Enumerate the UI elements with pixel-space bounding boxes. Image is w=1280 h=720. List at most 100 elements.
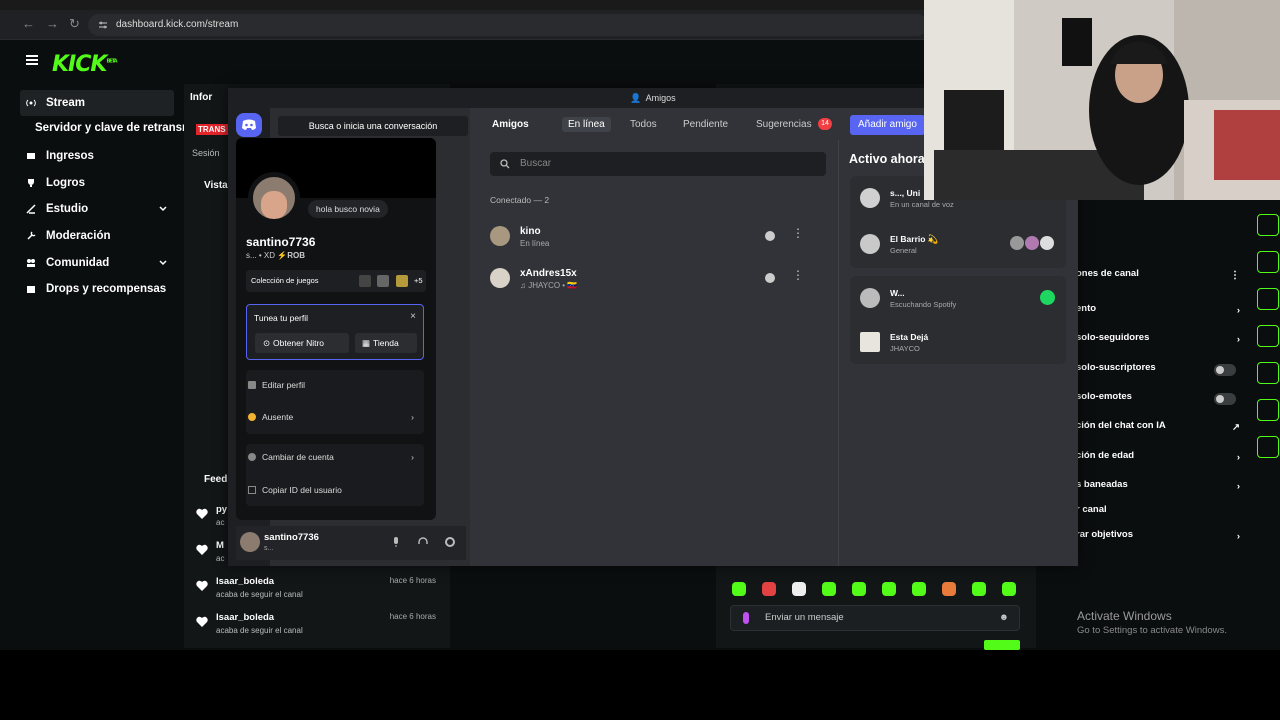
reload-icon[interactable]: ↻ bbox=[69, 16, 80, 32]
emoji-icon[interactable]: ☻ bbox=[999, 606, 1009, 630]
close-icon[interactable]: × bbox=[410, 311, 416, 322]
chevron-down-icon[interactable] bbox=[158, 258, 168, 268]
activity-name: s..., Uni bbox=[890, 188, 921, 198]
layout-icon[interactable] bbox=[1257, 362, 1279, 384]
tab-suggestions[interactable]: Sugerencias bbox=[756, 119, 812, 130]
sidebar-item-ingresos[interactable]: Ingresos bbox=[20, 143, 174, 169]
add-friend-button[interactable]: Añadir amigo bbox=[850, 115, 925, 135]
bolt-icon[interactable] bbox=[1257, 214, 1279, 236]
emote-icon[interactable] bbox=[822, 582, 836, 596]
setting-row[interactable]: ción del chat con IA ↗ bbox=[1076, 420, 1246, 440]
chat-icon[interactable] bbox=[1257, 288, 1279, 310]
kick-logo[interactable]: KICKBETA bbox=[52, 52, 118, 77]
friends-icon: 👤 bbox=[630, 92, 642, 103]
toggle-subscribers-only[interactable] bbox=[1214, 364, 1236, 376]
shop-button[interactable]: ▦ Tienda bbox=[355, 333, 417, 353]
tab-friends[interactable]: Amigos bbox=[492, 119, 529, 130]
broadcast-icon[interactable] bbox=[1257, 325, 1279, 347]
activity-row[interactable]: Esta Dejá JHAYCO bbox=[860, 330, 1060, 360]
emote-icon[interactable] bbox=[972, 582, 986, 596]
microphone-icon[interactable] bbox=[390, 536, 402, 548]
feed-user[interactable]: Isaar_boleda bbox=[216, 576, 274, 587]
feed-user[interactable]: py bbox=[216, 504, 227, 515]
message-icon[interactable] bbox=[764, 230, 776, 242]
site-settings-icon[interactable] bbox=[98, 20, 108, 30]
profile-subtitle: s... • XD ⚡ROB bbox=[246, 251, 305, 260]
get-nitro-button[interactable]: ⊙ Obtener Nitro bbox=[255, 333, 349, 353]
find-conversation-button[interactable]: Busca o inicia una conversación bbox=[278, 116, 468, 136]
profile-tag: ⚡ROB bbox=[277, 251, 306, 260]
custom-status[interactable]: hola busco novia bbox=[308, 200, 388, 218]
sidebar-item-logros[interactable]: Logros bbox=[20, 170, 174, 196]
game-collection[interactable]: Colección de juegos +5 bbox=[246, 270, 426, 292]
sidebar-item-label: Stream bbox=[46, 97, 85, 109]
emote-icon[interactable] bbox=[792, 582, 806, 596]
setting-row[interactable]: rar objetivos › bbox=[1076, 529, 1246, 549]
setting-row[interactable]: ción de edad › bbox=[1076, 450, 1246, 470]
more-vertical-icon[interactable]: ⋮ bbox=[792, 226, 804, 240]
setting-label: s baneadas bbox=[1076, 479, 1128, 490]
setting-row[interactable]: s baneadas › bbox=[1076, 479, 1246, 499]
friends-search-input[interactable]: Buscar bbox=[490, 152, 826, 176]
address-bar[interactable]: dashboard.kick.com/stream bbox=[88, 14, 928, 36]
mic-icon[interactable] bbox=[743, 612, 749, 624]
chevron-right-icon: › bbox=[1236, 452, 1240, 463]
forward-icon[interactable]: → bbox=[46, 16, 59, 31]
toggle-emotes-only[interactable] bbox=[1214, 393, 1236, 405]
chevron-down-icon[interactable] bbox=[158, 204, 168, 214]
emote-icon[interactable] bbox=[912, 582, 926, 596]
activity-name: El Barrio 💫 bbox=[890, 234, 939, 244]
avatar[interactable] bbox=[248, 172, 300, 224]
menu-label: Copiar ID del usuario bbox=[262, 485, 342, 495]
wrench-icon[interactable] bbox=[1257, 399, 1279, 421]
send-button[interactable] bbox=[984, 640, 1020, 650]
emote-icon[interactable] bbox=[762, 582, 776, 596]
more-vertical-icon[interactable]: ⋮ bbox=[1230, 270, 1240, 281]
tab-all[interactable]: Todos bbox=[630, 119, 657, 130]
heart-icon bbox=[196, 580, 208, 591]
activity-row[interactable]: El Barrio 💫 General bbox=[860, 232, 1060, 262]
emote-icon[interactable] bbox=[942, 582, 956, 596]
friend-row[interactable]: kino En línea ⋮ bbox=[490, 222, 820, 258]
feed-user[interactable]: M bbox=[216, 540, 224, 551]
more-vertical-icon[interactable]: ⋮ bbox=[792, 268, 804, 282]
game-icon bbox=[359, 275, 371, 287]
sidebar-item-comunidad[interactable]: Comunidad bbox=[20, 250, 174, 276]
setting-row[interactable]: r canal bbox=[1076, 504, 1246, 524]
status-item[interactable]: Ausente › bbox=[246, 404, 416, 430]
emote-icon[interactable] bbox=[732, 582, 746, 596]
emote-icon[interactable] bbox=[882, 582, 896, 596]
document-icon[interactable] bbox=[1257, 251, 1279, 273]
panel-title-info: Infor bbox=[190, 92, 213, 103]
menu-icon[interactable] bbox=[26, 55, 38, 65]
emote-icon[interactable] bbox=[852, 582, 866, 596]
tab-online[interactable]: En línea bbox=[562, 117, 611, 132]
activity-status: JHAYCO bbox=[890, 344, 920, 353]
message-icon[interactable] bbox=[764, 272, 776, 284]
headphones-icon[interactable] bbox=[417, 536, 429, 548]
gear-icon[interactable] bbox=[444, 536, 456, 548]
sidebar-item-label: Drops y recompensas bbox=[46, 283, 167, 295]
sidebar-item-estudio[interactable]: Estudio bbox=[20, 196, 174, 222]
avatar[interactable] bbox=[240, 532, 260, 552]
setting-row[interactable]: solo-seguidores › bbox=[1076, 332, 1246, 352]
edit-profile-item[interactable]: Editar perfil bbox=[246, 372, 416, 398]
feed-user[interactable]: Isaar_boleda bbox=[216, 612, 274, 623]
discord-home-icon[interactable] bbox=[236, 113, 262, 137]
tab-pending[interactable]: Pendiente bbox=[683, 119, 728, 130]
sidebar-item-moderacion[interactable]: Moderación bbox=[20, 223, 174, 249]
friend-row[interactable]: xAndres15x ♫ JHAYCO • 🇻🇪 ⋮ bbox=[490, 264, 820, 300]
activity-row[interactable]: W... Escuchando Spotify bbox=[860, 286, 1060, 316]
sidebar-item-drops[interactable]: Drops y recompensas bbox=[20, 276, 174, 302]
chat-message-input[interactable]: Enviar un mensaje ☻ bbox=[730, 605, 1020, 631]
emote-icon[interactable] bbox=[1002, 582, 1016, 596]
sidebar-item-stream[interactable]: Stream bbox=[20, 90, 174, 116]
setting-row[interactable]: ento › bbox=[1076, 303, 1246, 323]
copy-id-item[interactable]: Copiar ID del usuario bbox=[246, 477, 416, 503]
profile-pronouns: s... • XD bbox=[246, 251, 276, 260]
switch-account-item[interactable]: Cambiar de cuenta › bbox=[246, 444, 416, 470]
sidebar-subitem-stream-key[interactable]: Servidor y clave de retransmisión bbox=[35, 122, 185, 134]
user-panel-name[interactable]: santino7736 bbox=[264, 532, 319, 543]
back-icon[interactable]: ← bbox=[22, 16, 35, 31]
users-icon[interactable] bbox=[1257, 436, 1279, 458]
